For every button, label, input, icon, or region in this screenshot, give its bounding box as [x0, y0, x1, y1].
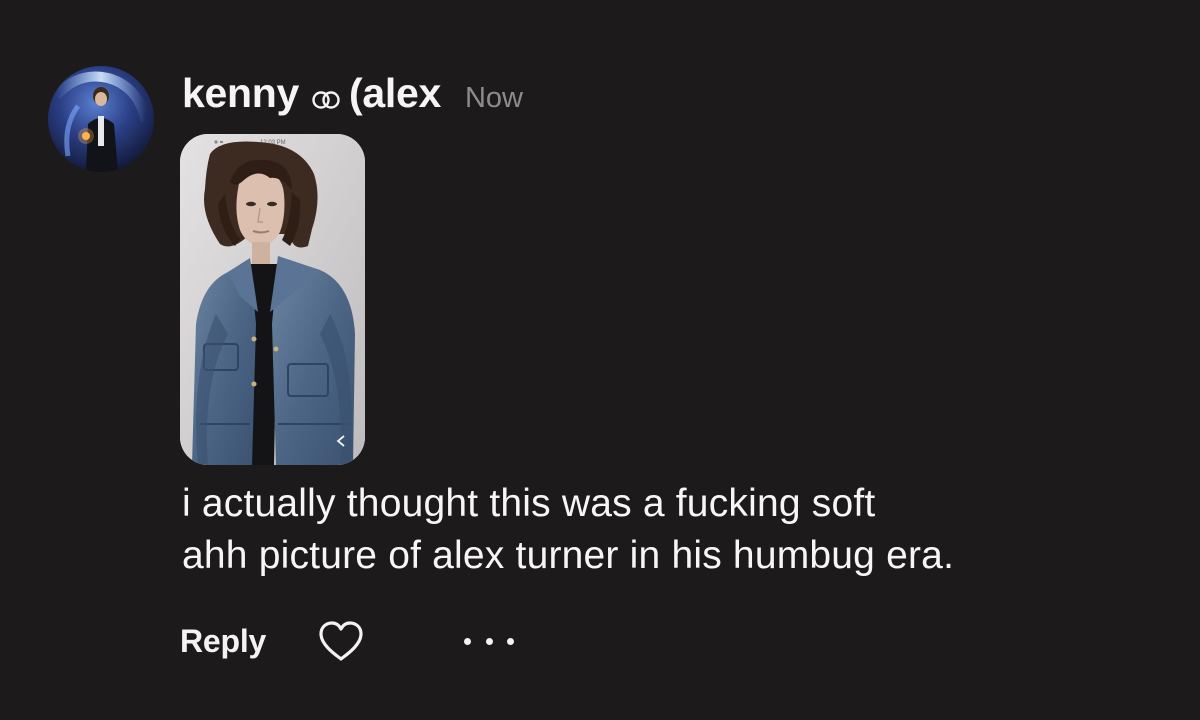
- reply-button[interactable]: Reply: [180, 623, 266, 660]
- author-name-suffix: (alex: [349, 70, 441, 116]
- author-avatar[interactable]: [48, 66, 154, 172]
- more-dots-icon: [464, 637, 472, 645]
- comment-timestamp: Now: [464, 82, 523, 114]
- comment-card: kenny (alex Now 12:03 PM i actually thou…: [0, 0, 1200, 720]
- comment-actions: Reply: [180, 617, 515, 665]
- avatar-photo: [48, 66, 154, 172]
- heart-icon: [319, 621, 363, 661]
- more-dots-icon: [507, 637, 515, 645]
- comment-text-line: ahh picture of alex turner in his humbug…: [182, 534, 955, 577]
- attached-photo[interactable]: 12:03 PM: [180, 134, 365, 465]
- author-name[interactable]: kenny: [182, 70, 299, 117]
- photo-image: 12:03 PM: [180, 134, 365, 465]
- comment-body: i actually thought this was a fucking so…: [182, 478, 1162, 582]
- comment-header: kenny (alex Now: [182, 70, 523, 126]
- infinity-link-icon: [311, 90, 341, 115]
- like-button[interactable]: [316, 620, 366, 662]
- more-dots-icon: [485, 637, 493, 645]
- comment-text-line: i actually thought this was a fucking so…: [182, 482, 876, 525]
- more-options-button[interactable]: [464, 626, 515, 656]
